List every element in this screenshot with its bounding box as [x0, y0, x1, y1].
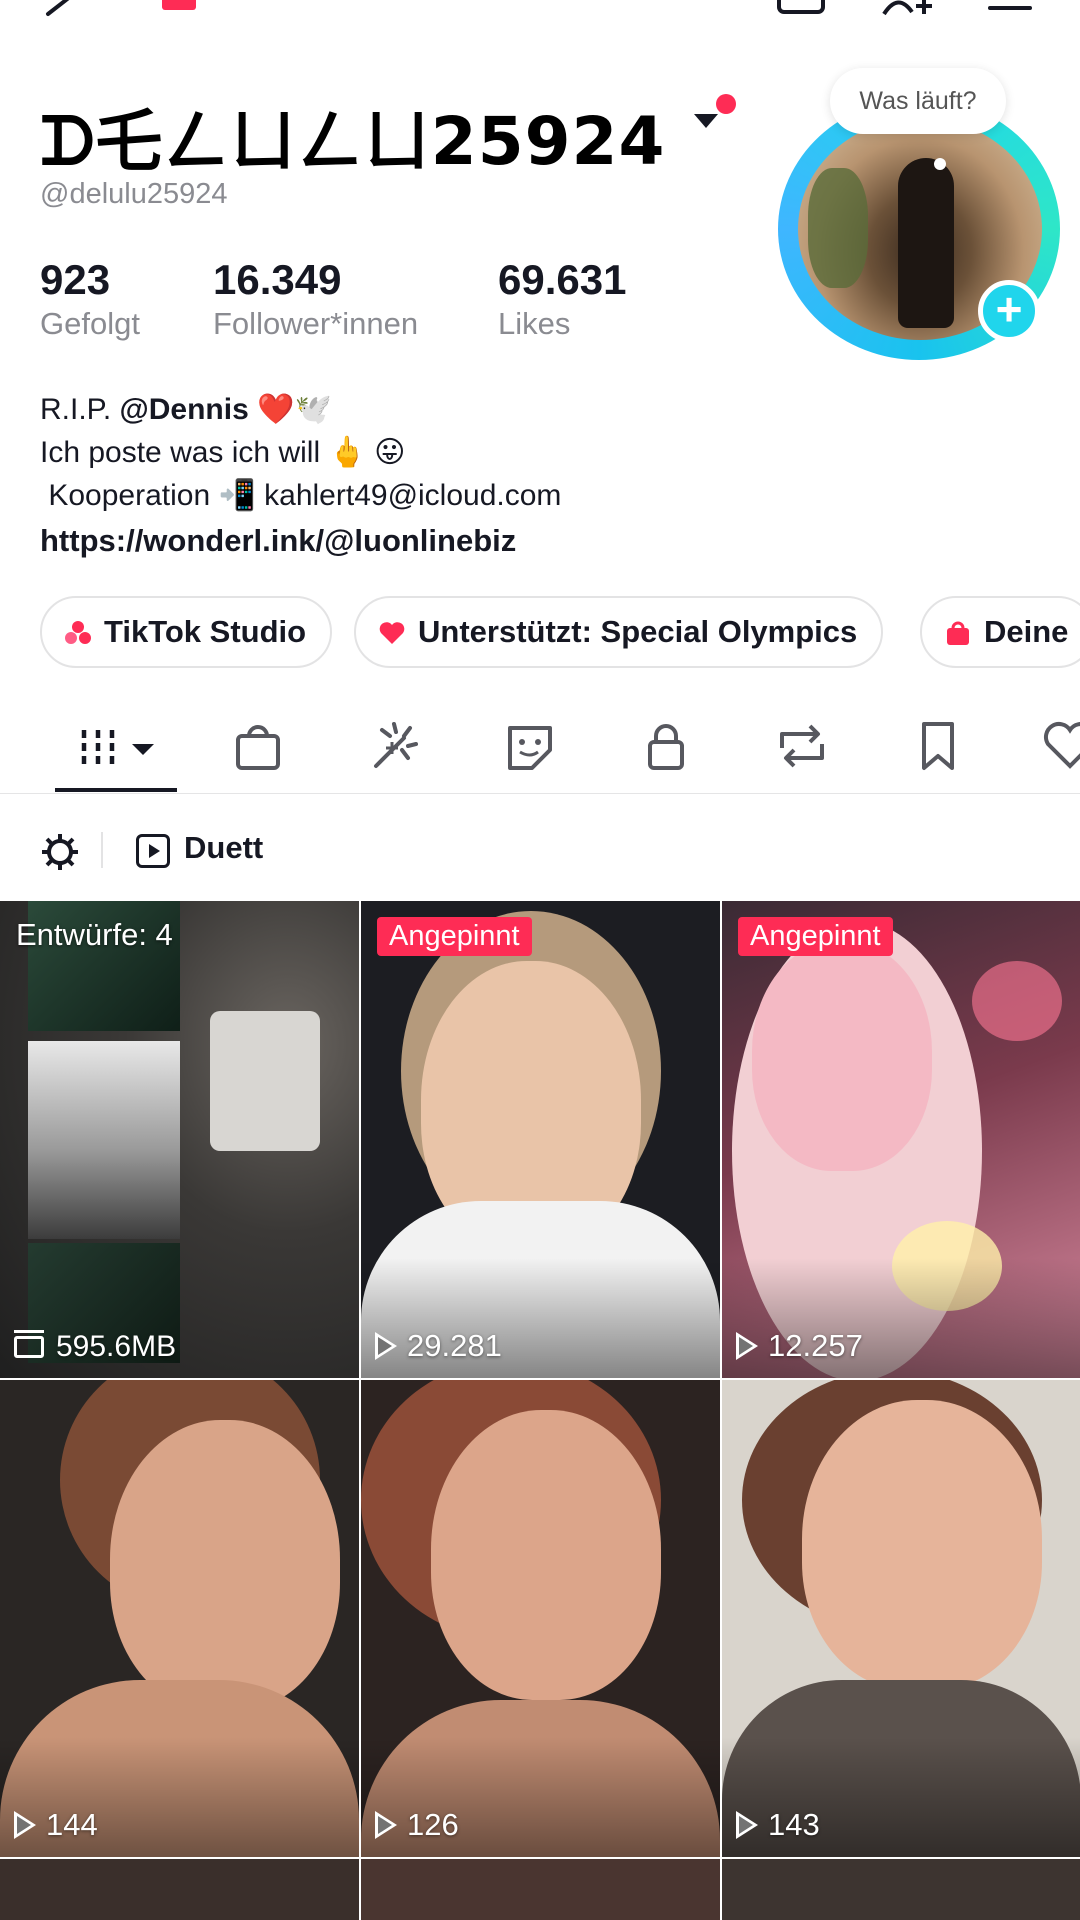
play-count-icon [375, 1332, 397, 1360]
stat-following-value: 923 [40, 256, 111, 303]
video-tile[interactable]: Angepinnt 29.281 [361, 901, 720, 1378]
video-views: 144 [14, 1807, 98, 1843]
stat-followers-value: 16.349 [213, 256, 342, 303]
duett-filter-label[interactable]: Duett [184, 830, 263, 866]
video-face-shape [431, 1410, 661, 1700]
duett-play-icon[interactable] [136, 834, 170, 868]
stat-following[interactable]: 923 Gefolgt [40, 256, 140, 342]
video-tile[interactable] [722, 1859, 1080, 1920]
video-views-count: 126 [407, 1807, 459, 1842]
gift-icon[interactable] [162, 0, 196, 10]
bio-line-1: R.I.P. @Dennis ❤️🕊️ [40, 388, 561, 431]
play-count-icon [736, 1811, 758, 1839]
video-views-count: 29.281 [407, 1328, 502, 1363]
active-tab-indicator [55, 788, 177, 792]
profile-bio: R.I.P. @Dennis ❤️🕊️ Ich poste was ich wi… [40, 388, 561, 562]
stat-followers-label: Follower*innen [213, 306, 419, 341]
drafts-count-label: Entwürfe: 4 [16, 917, 173, 952]
stat-following-label: Gefolgt [40, 306, 140, 341]
stat-likes-label: Likes [498, 306, 571, 341]
video-tile[interactable] [0, 1859, 359, 1920]
pill-tiktok-studio[interactable]: TikTok Studio [40, 596, 333, 668]
avatar-figure-shape [898, 158, 954, 328]
pinned-badge: Angepinnt [738, 917, 893, 956]
filter-row: Duett [0, 806, 1080, 894]
bio-line-2: Ich poste was ich will 🖕 😛 [40, 436, 406, 469]
pill-special-olympics[interactable]: Unterstützt: Special Olympics [354, 596, 884, 668]
bio-line-3: Kooperation 📲 kahlert49@icloud.com [40, 479, 562, 512]
tab-liked-heart-icon[interactable] [1040, 718, 1080, 774]
add-friend-icon[interactable] [878, 0, 938, 18]
video-views-count: 144 [46, 1807, 98, 1842]
profile-view-icon[interactable] [776, 0, 828, 18]
shop-bag-icon [947, 621, 969, 645]
video-views-count: 12.257 [768, 1328, 863, 1363]
drafts-storage: 595.6MB [14, 1330, 176, 1364]
video-views: 29.281 [375, 1328, 502, 1364]
avatar-plant-shape [808, 168, 868, 288]
video-face-shape [110, 1420, 340, 1710]
heart-icon [379, 622, 405, 644]
tab-reposts-icon[interactable] [772, 718, 832, 774]
pill-special-olympics-label: Unterstützt: Special Olympics [418, 614, 858, 649]
profile-tabs [0, 700, 1080, 794]
pill-tiktok-studio-label: TikTok Studio [104, 614, 307, 649]
play-count-icon [375, 1811, 397, 1839]
studio-icon [65, 621, 91, 644]
draft-mug-shape [210, 1011, 320, 1151]
pill-shop[interactable]: Deine [920, 596, 1080, 668]
video-views: 126 [375, 1807, 459, 1843]
status-bubble[interactable]: Was läuft? [830, 68, 1006, 134]
video-views: 12.257 [736, 1328, 863, 1364]
video-tile[interactable]: Angepinnt 12.257 [722, 901, 1080, 1378]
play-count-icon [14, 1811, 36, 1839]
pinned-badge: Angepinnt [377, 917, 532, 956]
video-views: 143 [736, 1807, 820, 1843]
stat-followers[interactable]: 16.349 Follower*innen [213, 256, 418, 342]
bio-link[interactable]: https://wonderl.ink/@luonlinebiz [40, 519, 561, 562]
bio-mention[interactable]: @Dennis [119, 393, 248, 426]
status-bubble-tail [934, 158, 946, 170]
username-handle: @delulu25924 [40, 178, 228, 210]
tab-favorites-bookmark-icon[interactable] [908, 718, 968, 774]
tab-videos-grid-icon[interactable] [78, 718, 158, 774]
draft-collage-middle [28, 1041, 180, 1239]
stat-likes[interactable]: 69.631 Likes [498, 256, 626, 342]
drafts-storage-size: 595.6MB [56, 1330, 177, 1363]
video-views-count: 143 [768, 1807, 820, 1842]
video-heart-bokeh [972, 961, 1062, 1041]
tab-effects-icon[interactable] [364, 718, 424, 774]
account-switch-chevron-icon[interactable] [694, 114, 718, 128]
stat-likes-value: 69.631 [498, 256, 627, 303]
video-face-shape [802, 1400, 1042, 1690]
notification-dot [716, 94, 736, 114]
edit-pen-icon[interactable] [44, 0, 94, 18]
drafts-tile[interactable]: Entwürfe: 4 595.6MB [0, 901, 359, 1378]
video-tile[interactable] [361, 1859, 720, 1920]
menu-icon[interactable] [986, 0, 1034, 18]
tab-shop-icon[interactable] [228, 718, 288, 774]
video-face-shape [752, 941, 932, 1171]
settings-gear-icon[interactable] [40, 832, 80, 872]
add-story-plus-icon[interactable]: + [978, 280, 1040, 342]
tab-stickers-icon[interactable] [500, 718, 560, 774]
bio-emoji: ❤️🕊️ [257, 393, 332, 426]
filter-separator [101, 832, 103, 868]
tab-private-lock-icon[interactable] [636, 718, 696, 774]
video-tile[interactable]: 143 [722, 1380, 1080, 1857]
video-tile[interactable]: 144 [0, 1380, 359, 1857]
display-name[interactable]: ᗪ乇ㄥㄩㄥㄩ25924 [40, 88, 665, 184]
storage-box-icon [14, 1330, 44, 1358]
top-bar [0, 0, 1080, 30]
pill-shop-label: Deine [984, 614, 1069, 649]
bio-rip-text: R.I.P. [40, 393, 120, 426]
video-tile[interactable]: 126 [361, 1380, 720, 1857]
play-count-icon [736, 1332, 758, 1360]
